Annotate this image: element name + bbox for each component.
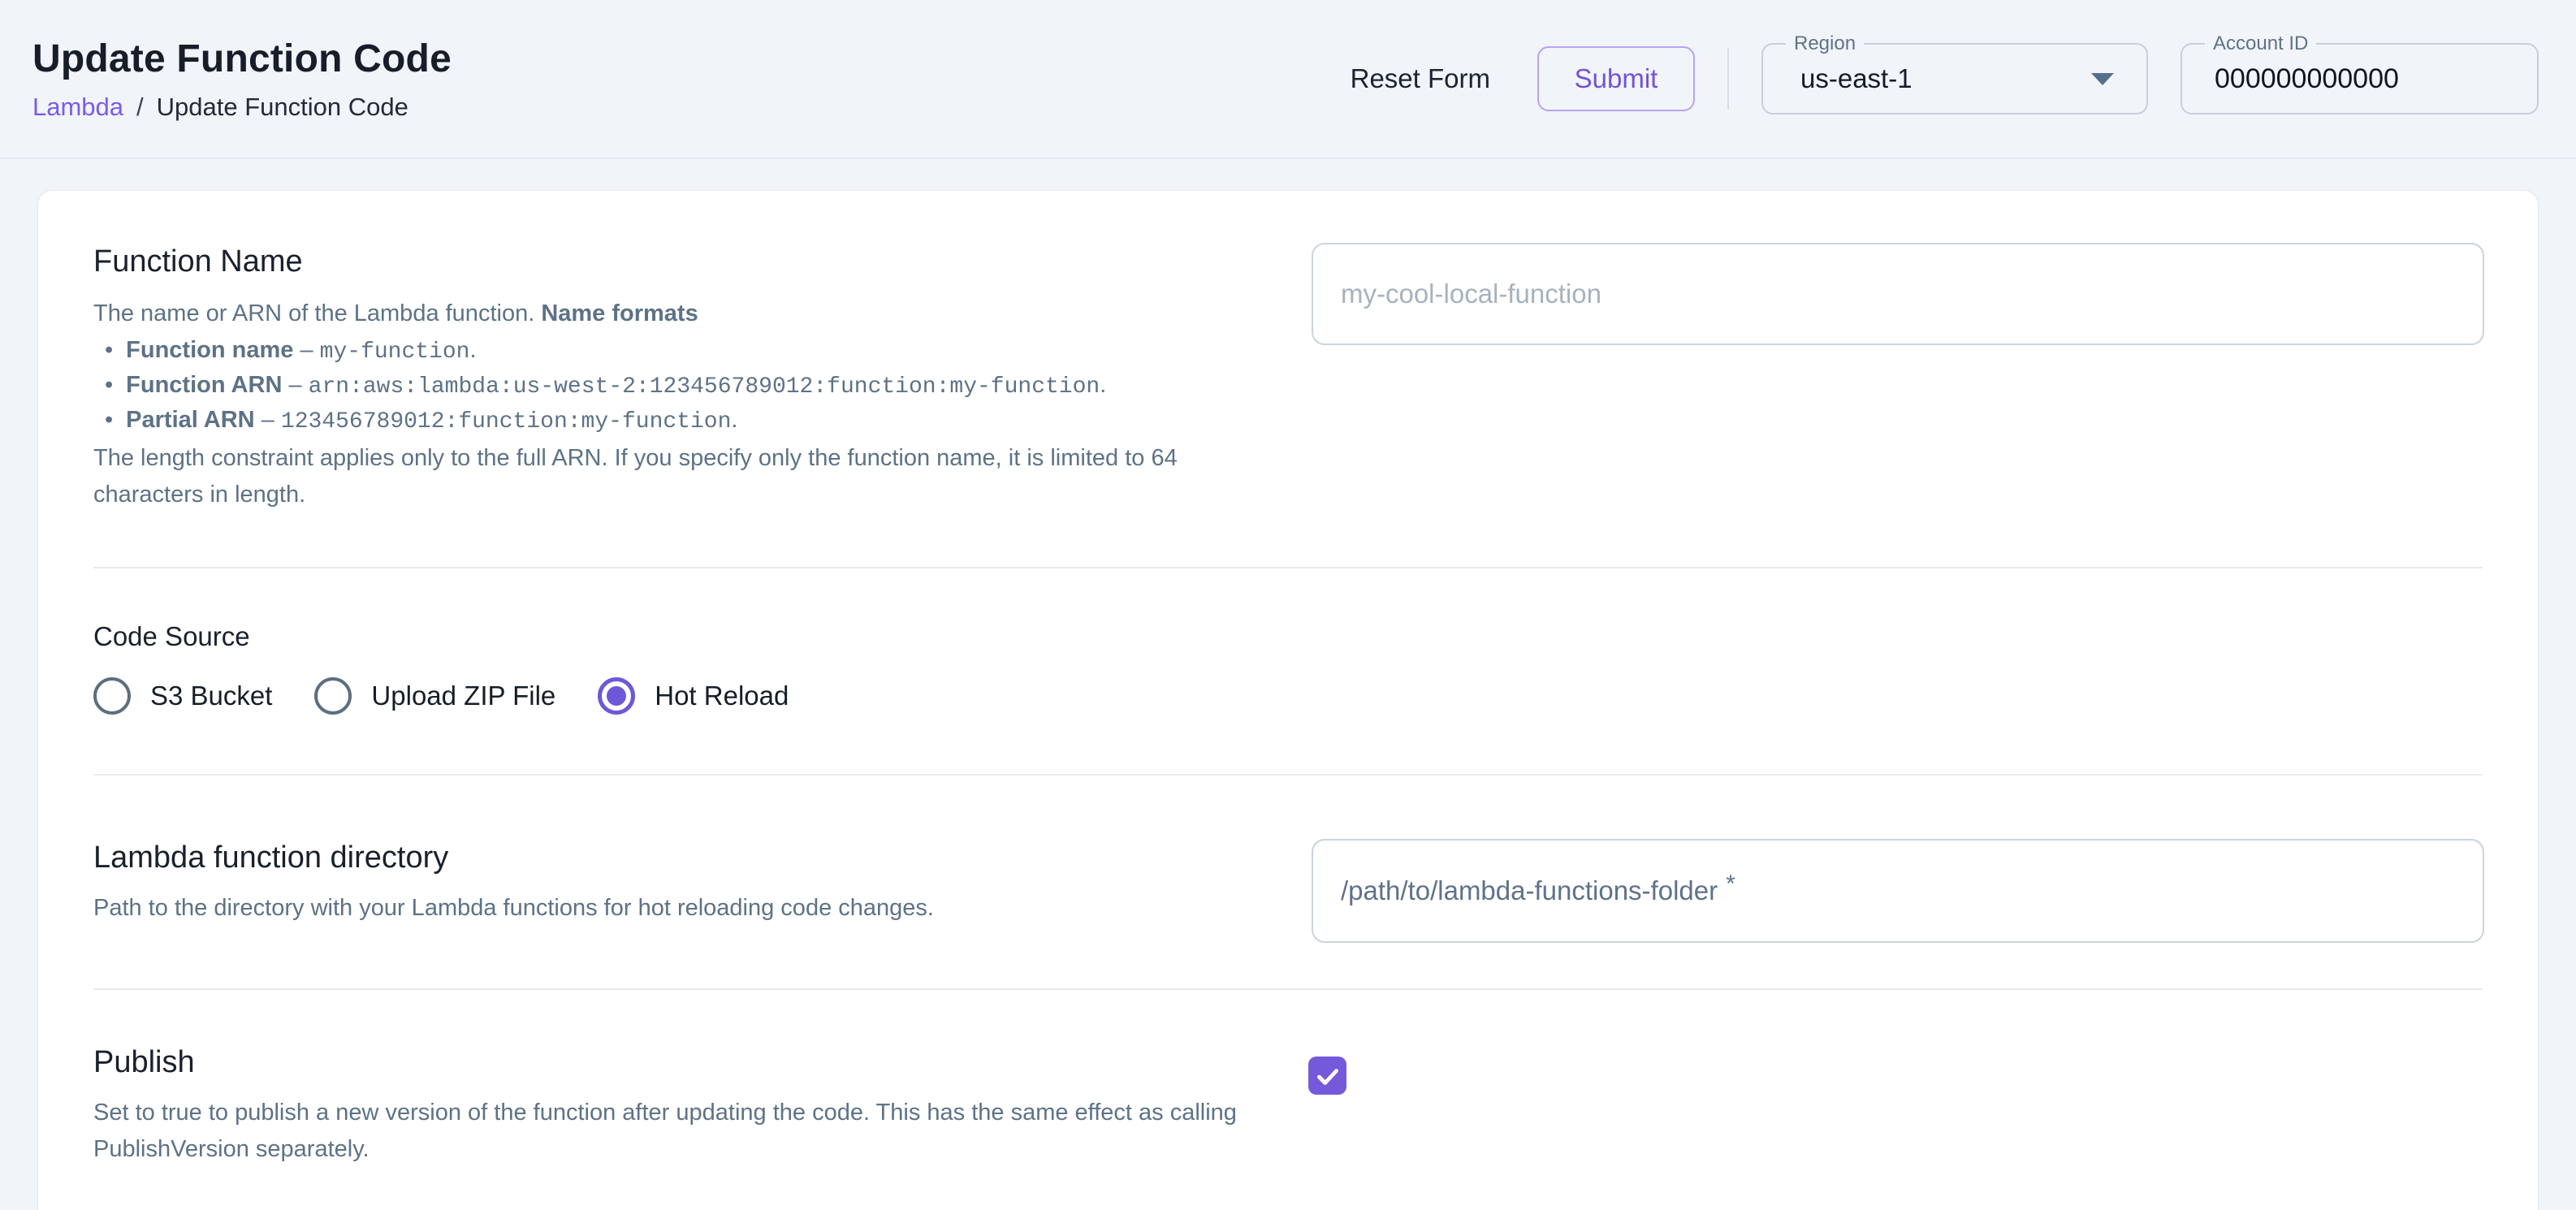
- account-id-label: Account ID: [2205, 32, 2316, 56]
- region-label: Region: [1786, 32, 1864, 56]
- radio-hot-reload[interactable]: Hot Reload: [598, 677, 789, 715]
- breadcrumb: Lambda / Update Function Code: [32, 93, 452, 122]
- region-select[interactable]: Region us-east-1: [1761, 43, 2148, 115]
- header-actions: Reset Form Submit Region us-east-1 Accou…: [1326, 43, 2539, 115]
- function-name-description: The name or ARN of the Lambda function. …: [93, 296, 1251, 332]
- function-name-desc-footer: The length constraint applies only to th…: [93, 440, 1251, 513]
- function-name-input-wrap: [1312, 243, 2484, 345]
- publish-checkbox[interactable]: [1308, 1057, 1346, 1095]
- section-divider: [93, 774, 2483, 776]
- directory-input[interactable]: /path/to/lambda-functions-folder *: [1312, 839, 2484, 943]
- function-name-info: Function Name The name or ARN of the Lam…: [93, 243, 1251, 513]
- radio-label: Upload ZIP File: [371, 681, 555, 711]
- radio-upload-zip-file[interactable]: Upload ZIP File: [314, 677, 555, 715]
- function-name-input[interactable]: [1312, 243, 2484, 345]
- page-title: Update Function Code: [32, 37, 452, 81]
- publish-heading: Publish: [93, 1044, 1251, 1082]
- chevron-down-icon: [2091, 73, 2114, 85]
- list-item: Partial ARN – 123456789012:function:my-f…: [105, 404, 1251, 439]
- radio-label: S3 Bucket: [150, 681, 272, 711]
- list-item: Function name – my-function.: [105, 334, 1251, 369]
- breadcrumb-lambda-link[interactable]: Lambda: [32, 93, 123, 122]
- function-name-heading: Function Name: [93, 243, 1251, 281]
- function-name-desc-bold: Name formats: [541, 300, 698, 326]
- list-item: Function ARN – arn:aws:lambda:us-west-2:…: [105, 369, 1251, 404]
- function-name-row: Function Name The name or ARN of the Lam…: [93, 243, 2483, 513]
- account-id-input[interactable]: [2182, 63, 2537, 95]
- directory-input-wrap: /path/to/lambda-functions-folder *: [1312, 839, 2484, 943]
- publish-row: Publish Set to true to publish a new ver…: [93, 1044, 2483, 1168]
- submit-button[interactable]: Submit: [1537, 46, 1695, 111]
- directory-info: Lambda function directory Path to the di…: [93, 839, 1251, 927]
- header-divider: [1727, 48, 1729, 110]
- account-id-field: Account ID: [2181, 43, 2539, 115]
- publish-info: Publish Set to true to publish a new ver…: [93, 1044, 1251, 1168]
- code-source-radio-group: S3 Bucket Upload ZIP File Hot Reload: [93, 677, 2483, 715]
- radio-circle-icon: [314, 677, 352, 715]
- reset-form-button[interactable]: Reset Form: [1326, 47, 1515, 110]
- publish-description: Set to true to publish a new version of …: [93, 1095, 1251, 1168]
- region-value: us-east-1: [1763, 63, 1913, 94]
- section-divider: [93, 988, 2483, 990]
- radio-circle-icon: [93, 677, 131, 715]
- breadcrumb-current: Update Function Code: [157, 93, 408, 122]
- name-format-list: Function name – my-function. Function AR…: [105, 334, 1251, 439]
- section-divider: [93, 567, 2483, 568]
- directory-placeholder: /path/to/lambda-functions-folder: [1341, 875, 1718, 906]
- radio-s3-bucket[interactable]: S3 Bucket: [93, 677, 272, 715]
- breadcrumb-separator: /: [136, 93, 144, 122]
- publish-checkbox-wrap: [1312, 1044, 2484, 1095]
- directory-heading: Lambda function directory: [93, 839, 1251, 877]
- radio-circle-icon: [598, 677, 635, 715]
- code-source-row: Code Source S3 Bucket Upload ZIP File Ho…: [93, 620, 2483, 715]
- update-function-code-form-card: Function Name The name or ARN of the Lam…: [37, 190, 2539, 1210]
- page-header: Update Function Code Lambda / Update Fun…: [0, 0, 2576, 159]
- function-name-desc-intro: The name or ARN of the Lambda function.: [93, 300, 541, 326]
- directory-row: Lambda function directory Path to the di…: [93, 839, 2483, 943]
- required-asterisk: *: [1726, 871, 1735, 898]
- directory-description: Path to the directory with your Lambda f…: [93, 890, 1251, 927]
- check-icon: [1314, 1062, 1342, 1090]
- radio-label: Hot Reload: [655, 681, 789, 711]
- header-titles: Update Function Code Lambda / Update Fun…: [32, 37, 452, 122]
- code-source-label: Code Source: [93, 620, 2483, 653]
